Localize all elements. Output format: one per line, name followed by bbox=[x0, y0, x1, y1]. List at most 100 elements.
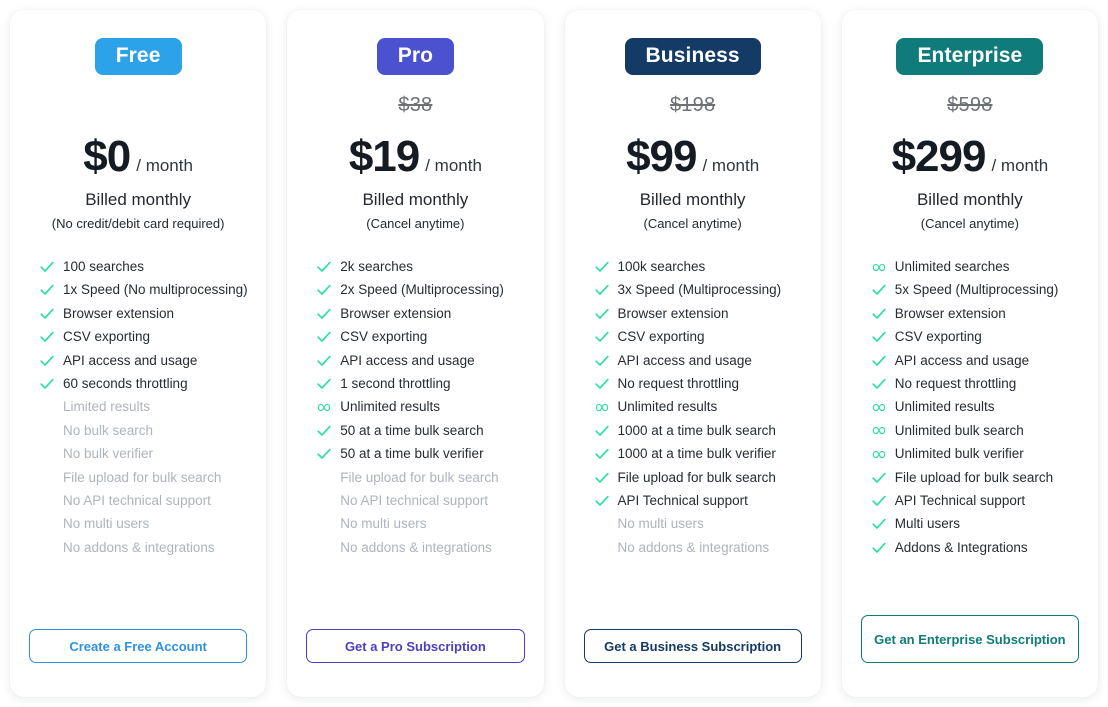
feature-list-business: 100k searches 3x Speed (Multiprocessing) B… bbox=[565, 258, 821, 629]
check-icon bbox=[40, 305, 54, 323]
feature-item: No bulk verifier bbox=[40, 445, 256, 468]
billing-note-business: (Cancel anytime) bbox=[643, 216, 742, 231]
check-icon bbox=[872, 328, 886, 346]
subscribe-button-business[interactable]: Get a Business Subscription bbox=[583, 629, 802, 663]
plan-card-pro: Pro $38 $19 / month Billed monthly (Cancel an… bbox=[287, 10, 544, 697]
check-icon bbox=[872, 281, 886, 299]
infinity-icon bbox=[595, 398, 609, 416]
feature-item: 1x Speed (No multiprocessing) bbox=[40, 281, 256, 304]
current-price-row-pro: $19 / month bbox=[287, 135, 543, 179]
check-icon bbox=[40, 352, 54, 370]
feature-item: 100 searches bbox=[40, 258, 256, 281]
check-icon bbox=[317, 305, 331, 323]
billing-cycle-enterprise: Billed monthly bbox=[916, 190, 1023, 209]
feature-list-free: 100 searches 1x Speed (No multiprocessing… bbox=[10, 258, 266, 629]
subscribe-button-pro[interactable]: Get a Pro Subscription bbox=[306, 629, 525, 663]
feature-label: Multi users bbox=[894, 516, 961, 532]
feature-label: File upload for bulk search bbox=[63, 469, 222, 485]
feature-label: CSV exporting bbox=[340, 329, 428, 345]
price-period-pro: / month bbox=[425, 156, 482, 175]
check-icon bbox=[594, 375, 609, 393]
feature-item: CSV exporting bbox=[40, 328, 256, 351]
plan-card-free: Free $0 / month Billed monthly (No credit/de… bbox=[10, 10, 267, 697]
feature-item: 2x Speed (Multiprocessing) bbox=[317, 281, 533, 304]
check-icon bbox=[40, 281, 54, 299]
plan-name-badge-enterprise: Enterprise bbox=[896, 38, 1044, 75]
feature-item: Unlimited bulk verifier bbox=[872, 445, 1088, 468]
feature-label: CSV exporting bbox=[894, 329, 982, 345]
feature-item: 3x Speed (Multiprocessing) bbox=[594, 281, 811, 304]
feature-item: API access and usage bbox=[40, 352, 256, 375]
feature-label: No multi users bbox=[63, 516, 150, 532]
feature-item: Unlimited results bbox=[872, 398, 1088, 421]
feature-item: 1000 at a time bulk search bbox=[594, 422, 811, 445]
current-price-row-free: $0 / month bbox=[10, 135, 266, 179]
cta-container-enterprise: Get an Enterprise Subscription bbox=[842, 615, 1098, 683]
feature-item: File upload for bulk search bbox=[872, 469, 1088, 492]
check-icon bbox=[317, 445, 331, 463]
feature-label: 1 second throttling bbox=[340, 375, 451, 391]
feature-label: CSV exporting bbox=[617, 329, 705, 345]
feature-label: API Technical support bbox=[894, 492, 1026, 508]
check-icon bbox=[317, 375, 331, 393]
feature-item: Browser extension bbox=[594, 305, 811, 328]
feature-label: 1x Speed (No multiprocessing) bbox=[63, 282, 248, 298]
feature-label: Unlimited results bbox=[617, 399, 718, 415]
feature-item: No addons & integrations bbox=[40, 539, 256, 562]
check-icon bbox=[872, 305, 886, 323]
feature-item: No API technical support bbox=[317, 492, 533, 515]
feature-label: No request throttling bbox=[617, 375, 740, 391]
check-icon bbox=[317, 258, 331, 276]
plan-name-badge-pro: Pro bbox=[376, 38, 455, 75]
price-amount-business: $99 bbox=[626, 132, 697, 181]
subscribe-button-enterprise[interactable]: Get an Enterprise Subscription bbox=[860, 615, 1079, 663]
feature-label: API Technical support bbox=[617, 492, 748, 508]
check-icon bbox=[872, 469, 886, 487]
infinity-icon bbox=[317, 398, 331, 416]
price-block-enterprise: $598 $299/ month Billed monthly (Cancel any… bbox=[842, 93, 1098, 231]
feature-label: Addons & Integrations bbox=[894, 539, 1028, 555]
feature-label: Limited results bbox=[63, 399, 151, 415]
check-icon bbox=[594, 492, 609, 510]
infinity-icon bbox=[872, 398, 886, 416]
check-icon bbox=[40, 375, 54, 393]
feature-label: No multi users bbox=[617, 516, 704, 532]
feature-item: No addons & integrations bbox=[595, 539, 811, 562]
billing-cycle-pro: Billed monthly bbox=[362, 190, 469, 209]
price-period-free: / month bbox=[136, 156, 193, 175]
feature-item: No multi users bbox=[40, 515, 256, 538]
feature-label: Browser extension bbox=[340, 305, 452, 321]
check-icon bbox=[594, 328, 609, 346]
feature-item: Browser extension bbox=[317, 305, 533, 328]
check-icon bbox=[317, 328, 331, 346]
feature-item: No request throttling bbox=[872, 375, 1088, 398]
feature-item: API access and usage bbox=[594, 352, 811, 375]
feature-item: No multi users bbox=[317, 515, 533, 538]
feature-label: Browser extension bbox=[894, 305, 1006, 321]
feature-label: 50 at a time bulk verifier bbox=[340, 446, 484, 462]
feature-label: API access and usage bbox=[63, 352, 198, 368]
original-price-business: $198 bbox=[669, 94, 716, 116]
feature-label: 100 searches bbox=[63, 259, 145, 274]
feature-label: Unlimited results bbox=[894, 399, 995, 415]
feature-label: No addons & integrations bbox=[63, 539, 215, 555]
feature-item: No addons & integrations bbox=[317, 539, 533, 562]
price-period-business: / month bbox=[702, 156, 760, 175]
feature-item: 1 second throttling bbox=[317, 375, 533, 398]
check-icon bbox=[594, 352, 609, 370]
feature-label: Unlimited results bbox=[340, 399, 441, 415]
feature-label: 60 seconds throttling bbox=[63, 375, 188, 391]
cta-container-free: Create a Free Account bbox=[10, 629, 266, 683]
feature-item: Multi users bbox=[872, 515, 1088, 538]
feature-label: File upload for bulk search bbox=[340, 469, 499, 485]
plan-name-badge-free: Free bbox=[94, 38, 182, 75]
price-block-business: $198 $99 / month Billed monthly (Cancel anyt… bbox=[565, 93, 821, 231]
feature-label: No API technical support bbox=[63, 492, 211, 508]
feature-label: Browser extension bbox=[617, 305, 729, 321]
subscribe-button-free[interactable]: Create a Free Account bbox=[29, 629, 248, 663]
feature-label: No addons & integrations bbox=[340, 539, 492, 555]
feature-item: File upload for bulk search bbox=[317, 469, 533, 492]
feature-label: API access and usage bbox=[340, 352, 475, 368]
feature-label: Unlimited bulk verifier bbox=[894, 446, 1024, 462]
plan-header-business: Business bbox=[565, 10, 821, 75]
